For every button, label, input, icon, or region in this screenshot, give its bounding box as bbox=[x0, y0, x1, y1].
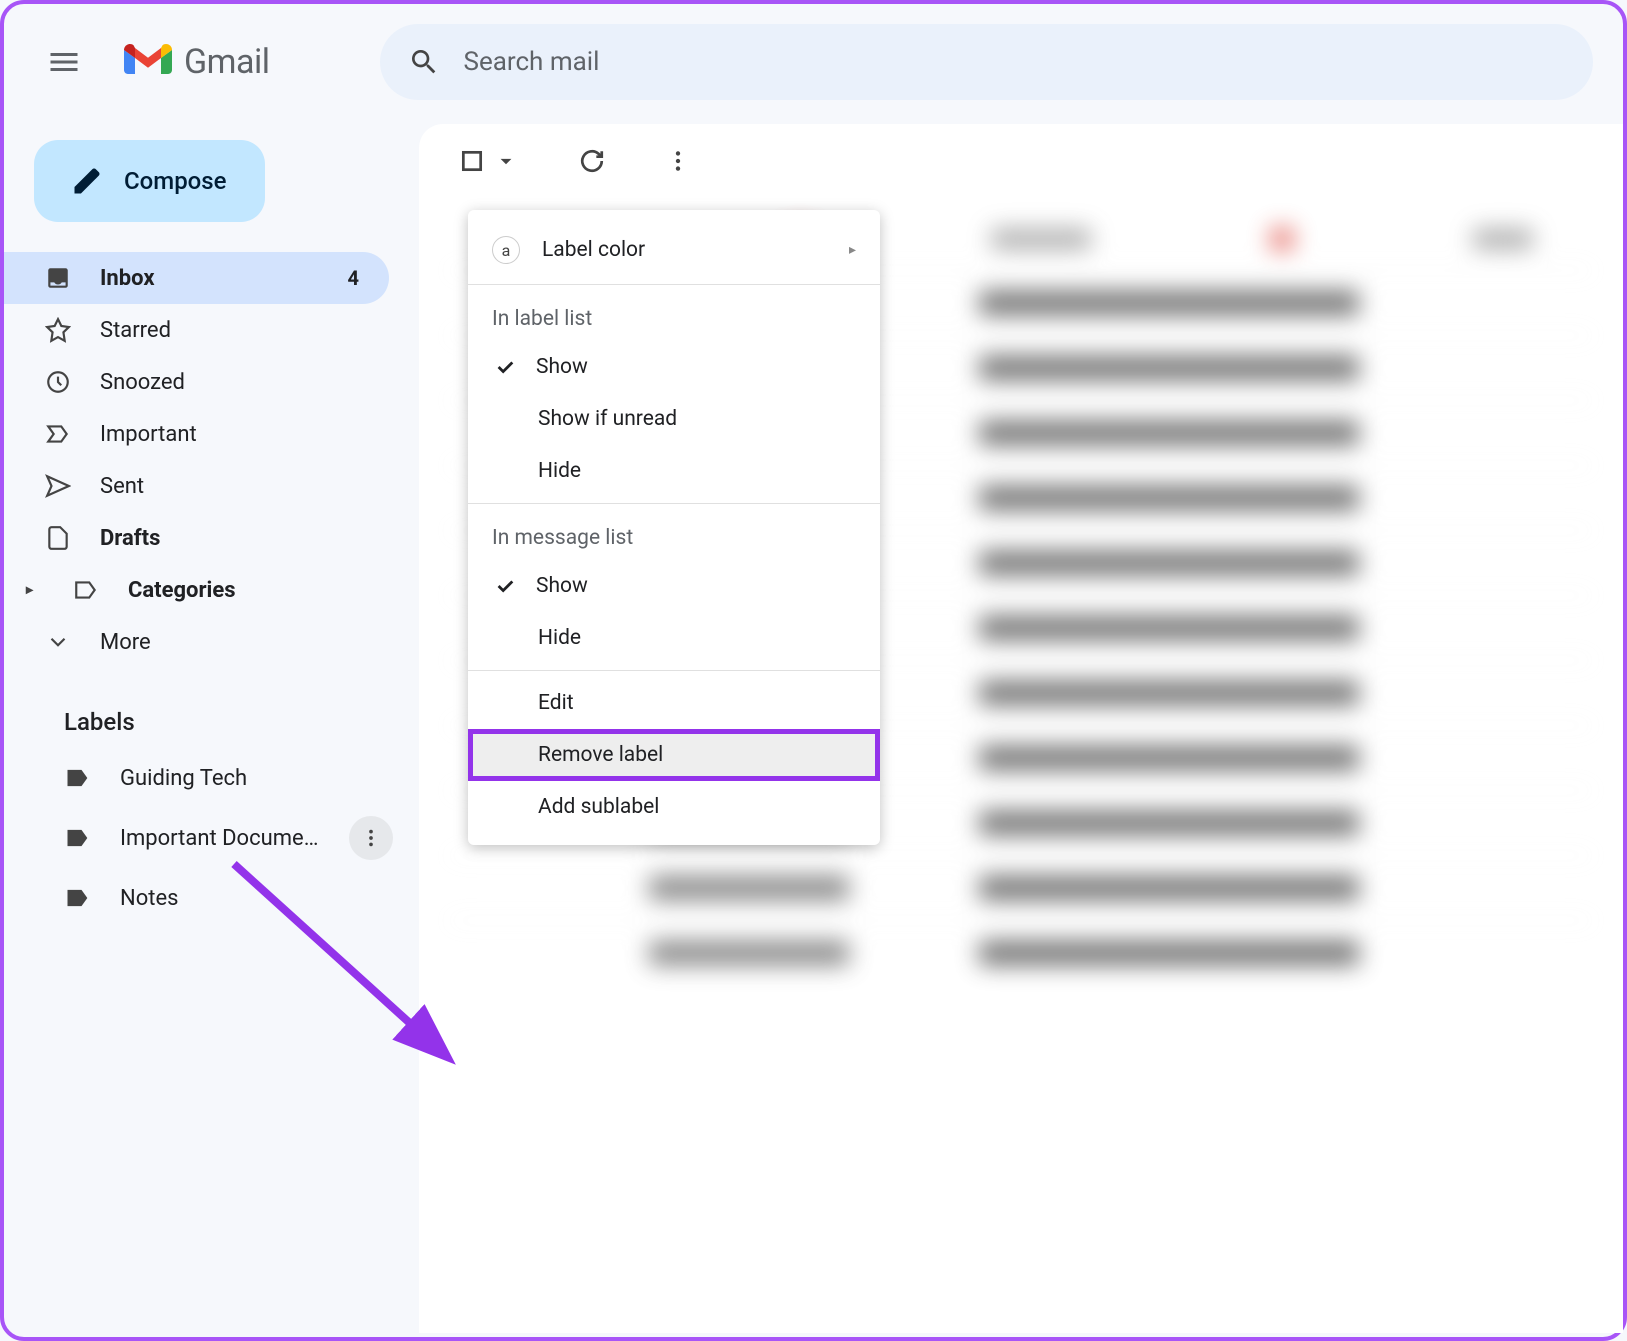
menu-item-show-label[interactable]: Show bbox=[468, 341, 880, 393]
sidebar-item-drafts[interactable]: Drafts bbox=[4, 512, 389, 564]
search-bar[interactable]: Search mail bbox=[380, 24, 1593, 100]
label-context-menu: a Label color ▸ In label list Show Show … bbox=[468, 210, 880, 845]
menu-item-add-sublabel[interactable]: Add sublabel bbox=[468, 781, 880, 833]
sidebar: Compose Inbox 4 Starred Snoozed Importan… bbox=[4, 120, 419, 1333]
sidebar-item-sent[interactable]: Sent bbox=[4, 460, 389, 512]
refresh-icon bbox=[579, 148, 605, 174]
menu-label: Label color bbox=[542, 238, 645, 262]
menu-section-message-list: In message list bbox=[468, 510, 880, 560]
check-icon bbox=[492, 575, 518, 597]
menu-label: Hide bbox=[538, 626, 581, 650]
menu-item-label-color[interactable]: a Label color ▸ bbox=[468, 222, 880, 278]
checkbox-icon bbox=[459, 148, 485, 174]
label-text: Notes bbox=[120, 886, 178, 911]
menu-label: Show bbox=[536, 574, 588, 598]
tag-icon bbox=[64, 764, 92, 792]
more-vertical-icon bbox=[360, 827, 382, 849]
more-vertical-icon bbox=[665, 148, 691, 174]
caret-right-icon: ▸ bbox=[26, 582, 44, 598]
labels-section-header: Labels bbox=[24, 668, 409, 752]
check-icon bbox=[492, 356, 518, 378]
menu-item-show-if-unread[interactable]: Show if unread bbox=[468, 393, 880, 445]
menu-label: Remove label bbox=[538, 743, 663, 767]
starred-label: Starred bbox=[100, 318, 171, 343]
menu-divider bbox=[468, 284, 880, 285]
menu-label: Hide bbox=[538, 459, 581, 483]
logo-text: Gmail bbox=[184, 42, 270, 82]
search-placeholder: Search mail bbox=[464, 47, 600, 77]
sidebar-item-starred[interactable]: Starred bbox=[4, 304, 389, 356]
label-item-guiding-tech[interactable]: Guiding Tech bbox=[24, 752, 409, 804]
menu-label: Edit bbox=[538, 691, 574, 715]
menu-item-show-message[interactable]: Show bbox=[468, 560, 880, 612]
important-icon bbox=[44, 420, 72, 448]
label-text: Guiding Tech bbox=[120, 766, 247, 791]
caret-down-icon bbox=[493, 148, 519, 174]
select-all-checkbox[interactable] bbox=[459, 148, 519, 174]
sidebar-item-more[interactable]: More bbox=[4, 616, 389, 668]
menu-item-edit[interactable]: Edit bbox=[468, 677, 880, 729]
inbox-count: 4 bbox=[348, 266, 369, 290]
menu-item-hide-message[interactable]: Hide bbox=[468, 612, 880, 664]
gmail-logo[interactable]: Gmail bbox=[124, 42, 270, 82]
label-text: Important Docume... bbox=[120, 826, 321, 851]
menu-divider bbox=[468, 670, 880, 671]
search-icon bbox=[408, 46, 440, 78]
menu-item-remove-label[interactable]: Remove label bbox=[468, 729, 880, 781]
compose-label: Compose bbox=[124, 167, 227, 195]
app-header: Gmail Search mail bbox=[4, 4, 1623, 120]
sent-label: Sent bbox=[100, 474, 144, 499]
menu-label: Show if unread bbox=[538, 407, 677, 431]
categories-label: Categories bbox=[128, 578, 236, 603]
more-actions-button[interactable] bbox=[665, 148, 691, 174]
label-item-notes[interactable]: Notes bbox=[24, 872, 409, 924]
sent-icon bbox=[44, 472, 72, 500]
compose-button[interactable]: Compose bbox=[34, 140, 265, 222]
sidebar-nav: Inbox 4 Starred Snoozed Important Sent bbox=[24, 252, 409, 668]
important-label: Important bbox=[100, 422, 197, 447]
menu-divider bbox=[468, 503, 880, 504]
menu-label: Show bbox=[536, 355, 588, 379]
drafts-icon bbox=[44, 524, 72, 552]
drafts-label: Drafts bbox=[100, 526, 160, 551]
pencil-icon bbox=[72, 166, 102, 196]
gmail-logo-icon bbox=[124, 44, 172, 80]
sidebar-item-important[interactable]: Important bbox=[4, 408, 389, 460]
mail-toolbar bbox=[419, 124, 1623, 198]
clock-icon bbox=[44, 368, 72, 396]
refresh-button[interactable] bbox=[579, 148, 605, 174]
sidebar-item-categories[interactable]: ▸ Categories bbox=[4, 564, 389, 616]
tag-icon bbox=[64, 824, 92, 852]
chevron-right-icon: ▸ bbox=[849, 242, 856, 258]
inbox-icon bbox=[44, 264, 72, 292]
snoozed-label: Snoozed bbox=[100, 370, 185, 395]
menu-label: Add sublabel bbox=[538, 795, 659, 819]
sidebar-item-snoozed[interactable]: Snoozed bbox=[4, 356, 389, 408]
inbox-label: Inbox bbox=[100, 266, 155, 291]
sidebar-item-inbox[interactable]: Inbox 4 bbox=[4, 252, 389, 304]
tag-icon bbox=[64, 884, 92, 912]
more-label: More bbox=[100, 630, 151, 655]
label-icon bbox=[72, 576, 100, 604]
label-color-swatch: a bbox=[492, 236, 520, 264]
menu-item-hide-label[interactable]: Hide bbox=[468, 445, 880, 497]
label-item-important-documents[interactable]: Important Docume... bbox=[24, 804, 409, 872]
chevron-down-icon bbox=[44, 628, 72, 656]
label-more-button[interactable] bbox=[349, 816, 393, 860]
hamburger-menu-icon[interactable] bbox=[34, 32, 94, 92]
menu-section-label-list: In label list bbox=[468, 291, 880, 341]
star-icon bbox=[44, 316, 72, 344]
